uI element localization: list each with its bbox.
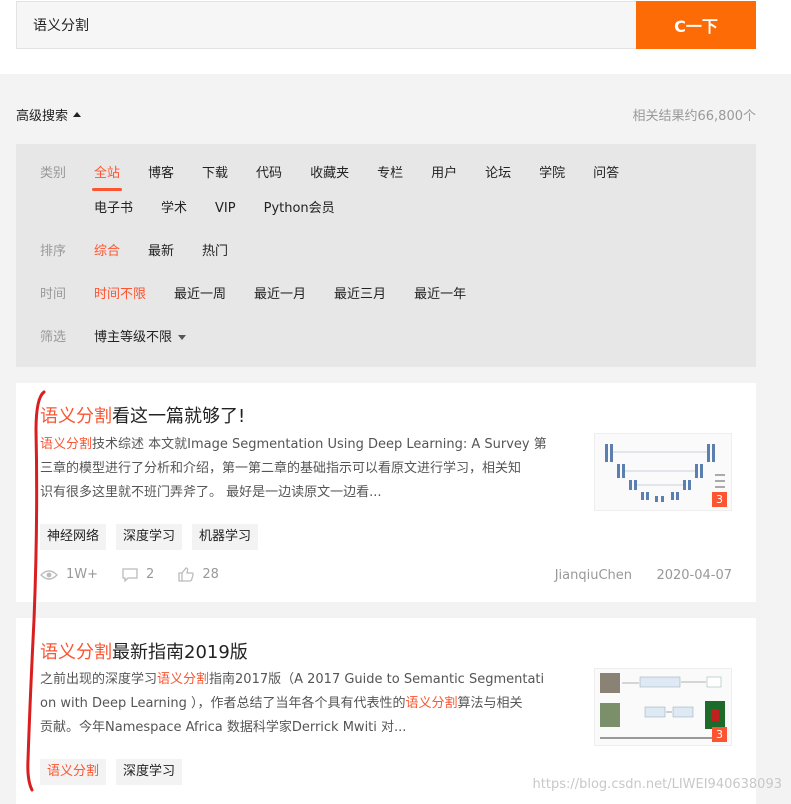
title-highlight: 语义分割 (40, 406, 112, 427)
advanced-search-label: 高级搜索 (16, 109, 69, 124)
filter-label-category: 类别 (40, 166, 67, 181)
filter-category-column[interactable]: 专栏 (377, 156, 403, 191)
result-description: 语义分割技术综述 本文就Image Segmentation Using Dee… (40, 433, 570, 505)
tag[interactable]: 深度学习 (116, 759, 183, 785)
desc-text: 识有很多这里就不班门弄斧了。 最好是一边读原文一边看... (40, 485, 382, 500)
desc-text: 之前出现的深度学习 (40, 672, 158, 687)
search-input[interactable] (17, 2, 636, 48)
result-meta: 1W+ 2 28 (40, 567, 243, 582)
result-title[interactable]: 语义分割最新指南2019版 (40, 638, 248, 664)
tag-list: 语义分割 深度学习 (40, 759, 192, 785)
filter-category-favorites[interactable]: 收藏夹 (310, 156, 349, 191)
like-count-value: 28 (202, 567, 219, 582)
comment-count-value: 2 (146, 567, 155, 582)
result-title[interactable]: 语义分割看这一篇就够了! (40, 402, 245, 428)
desc-line: 三章的模型进行了分析和介绍，第一第二章的基础指示可以看原文进行学习，相关知 (40, 457, 570, 481)
caret-up-icon (73, 112, 82, 117)
thumbs-up-icon (178, 567, 195, 582)
filter-row-time: 时间 时间不限 最近一周 最近一月 最近三月 最近一年 (40, 277, 714, 312)
eye-icon (40, 569, 58, 580)
filter-category-academy[interactable]: 学院 (539, 156, 565, 191)
filter-category-ebook[interactable]: 电子书 (94, 191, 133, 226)
comment-count[interactable]: 2 (122, 567, 154, 582)
filter-category-user[interactable]: 用户 (431, 156, 457, 191)
result-description: 之前出现的深度学习语义分割指南2017版（A 2017 Guide to Sem… (40, 668, 570, 740)
view-count-value: 1W+ (66, 567, 99, 582)
filter-panel: 类别 全站 博客 下载 代码 收藏夹 专栏 用户 论坛 学院 问答 电子书 学术… (16, 144, 756, 367)
blogger-level-dropdown[interactable]: 博主等级不限 (94, 320, 187, 355)
caret-down-icon (178, 335, 187, 340)
desc-text: 三章的模型进行了分析和介绍，第一第二章的基础指示可以看原文进行学习，相关知 (40, 461, 522, 476)
sort-newest[interactable]: 最新 (148, 234, 174, 269)
time-any[interactable]: 时间不限 (94, 277, 146, 312)
filter-label-time: 时间 (40, 287, 67, 302)
desc-highlight: 语义分割 (40, 437, 93, 452)
desc-highlight: 语义分割 (405, 696, 458, 711)
filter-category-academic[interactable]: 学术 (161, 191, 187, 226)
filter-category-blog[interactable]: 博客 (148, 156, 174, 191)
filter-category-download[interactable]: 下载 (202, 156, 228, 191)
like-count[interactable]: 28 (178, 567, 219, 582)
filter-category-vip[interactable]: VIP (215, 191, 236, 226)
time-week[interactable]: 最近一周 (174, 277, 226, 312)
time-year[interactable]: 最近一年 (414, 277, 466, 312)
author-name[interactable]: JianqiuChen (555, 568, 632, 583)
search-header: C一下 (0, 0, 791, 74)
filter-row-sort: 排序 综合 最新 热门 (40, 234, 714, 269)
watermark: https://blog.csdn.net/LIWEI940638093 (532, 777, 782, 792)
filter-category-all[interactable]: 全站 (91, 156, 123, 191)
desc-line: on with Deep Learning ），作者总结了当年各个具有代表性的语… (40, 692, 570, 716)
tag[interactable]: 语义分割 (40, 759, 107, 785)
result-card[interactable]: 语义分割看这一篇就够了! 语义分割技术综述 本文就Image Segmentat… (16, 383, 756, 602)
desc-highlight: 语义分割 (157, 672, 210, 687)
comment-icon (122, 567, 138, 582)
tag[interactable]: 神经网络 (40, 524, 107, 550)
sort-comprehensive[interactable]: 综合 (94, 234, 120, 269)
filter-label-sort: 排序 (40, 244, 67, 259)
filter-category-forum[interactable]: 论坛 (485, 156, 511, 191)
filter-row-category: 类别 全站 博客 下载 代码 收藏夹 专栏 用户 论坛 学院 问答 电子书 学术… (40, 156, 714, 226)
title-highlight: 语义分割 (40, 642, 112, 663)
image-count-badge: 3 (712, 727, 727, 742)
sort-hot[interactable]: 热门 (202, 234, 228, 269)
result-thumbnail[interactable]: 3 (594, 668, 732, 746)
image-count-badge: 3 (712, 492, 727, 507)
tag[interactable]: 深度学习 (116, 524, 183, 550)
desc-line: 贡献。今年Namespace Africa 数据科学家Derrick Mwiti… (40, 716, 570, 740)
desc-text: on with Deep Learning ），作者总结了当年各个具有代表性的 (40, 696, 406, 711)
desc-line: 之前出现的深度学习语义分割指南2017版（A 2017 Guide to Sem… (40, 668, 570, 692)
title-rest: 最新指南2019版 (112, 642, 248, 663)
filter-label-screen: 筛选 (40, 330, 67, 345)
desc-line: 识有很多这里就不班门弄斧了。 最好是一边读原文一边看... (40, 481, 570, 505)
time-three-months[interactable]: 最近三月 (334, 277, 386, 312)
desc-text: 指南2017版（A 2017 Guide to Semantic Segment… (209, 672, 545, 687)
filter-category-code[interactable]: 代码 (256, 156, 282, 191)
filter-category-python[interactable]: Python会员 (264, 191, 335, 226)
title-rest: 看这一篇就够了! (112, 406, 246, 427)
tag-list: 神经网络 深度学习 机器学习 (40, 524, 268, 550)
desc-text: 贡献。今年Namespace Africa 数据科学家Derrick Mwiti… (40, 720, 407, 735)
tag[interactable]: 机器学习 (192, 524, 259, 550)
filter-category-qa[interactable]: 问答 (593, 156, 619, 191)
desc-text: 算法与相关 (457, 696, 523, 711)
result-count: 相关结果约66,800个 (632, 109, 757, 124)
publish-date: 2020-04-07 (656, 568, 732, 583)
desc-line: 语义分割技术综述 本文就Image Segmentation Using Dee… (40, 433, 570, 457)
time-month[interactable]: 最近一月 (254, 277, 306, 312)
filter-row-screen: 筛选 博主等级不限 (40, 320, 714, 355)
search-box[interactable] (16, 1, 637, 49)
view-count: 1W+ (40, 567, 98, 582)
desc-text: 技术综述 本文就Image Segmentation Using Deep Le… (92, 437, 547, 452)
advanced-search-toggle[interactable]: 高级搜索 (16, 105, 82, 124)
result-thumbnail[interactable]: 3 (594, 433, 732, 511)
blogger-level-value: 博主等级不限 (94, 330, 173, 345)
search-button[interactable]: C一下 (636, 1, 756, 49)
